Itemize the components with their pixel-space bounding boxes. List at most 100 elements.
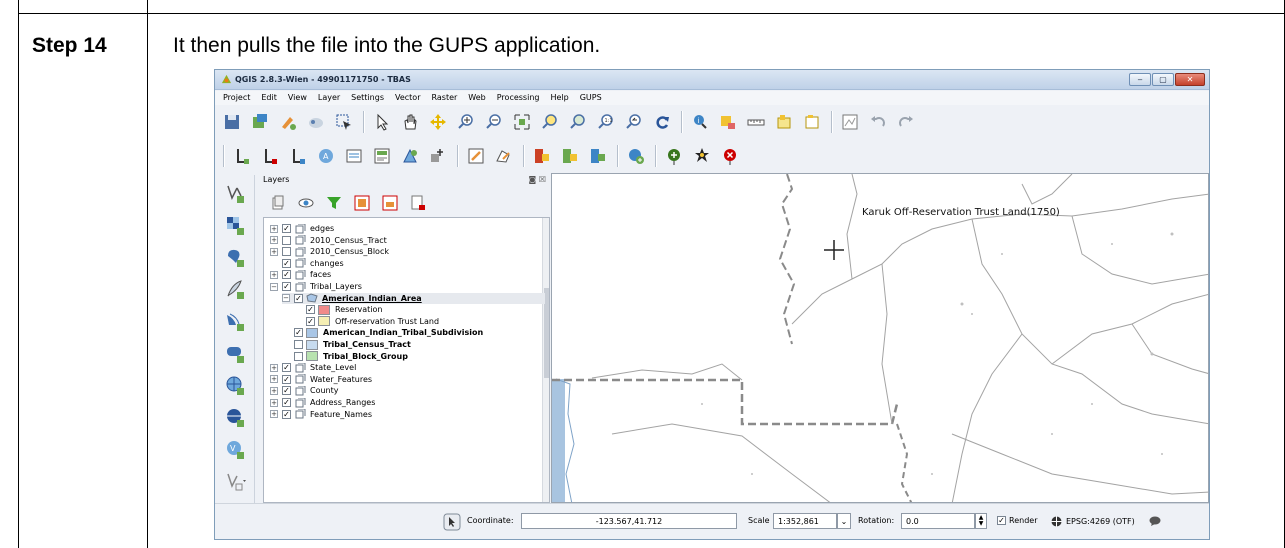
- layer-tree-row[interactable]: ✓ changes: [270, 258, 344, 269]
- menu-web[interactable]: Web: [468, 91, 485, 105]
- expand-all-button[interactable]: [349, 190, 375, 216]
- rotation-value[interactable]: 0.0: [901, 513, 975, 529]
- layer-tree-row[interactable]: + ✓ faces: [270, 269, 331, 280]
- layer-visibility-checkbox[interactable]: ✓: [306, 316, 315, 326]
- layer-visibility-checkbox[interactable]: ✓: [282, 386, 291, 396]
- zoom-out-button[interactable]: [481, 109, 507, 135]
- label-tool-blue-button[interactable]: [285, 143, 311, 169]
- menu-help[interactable]: Help: [550, 91, 568, 105]
- layer-tree-row[interactable]: +2010_Census_Tract: [270, 235, 387, 246]
- zoom-last-button[interactable]: [621, 109, 647, 135]
- add-wms-layer-button[interactable]: [221, 371, 249, 399]
- messages-button[interactable]: [1149, 516, 1161, 526]
- coordinate-field[interactable]: -123.567,41.712: [521, 513, 737, 529]
- layer-tree-row[interactable]: + ✓ Water_Features: [270, 374, 372, 385]
- zoom-to-selection-button[interactable]: [537, 109, 563, 135]
- layer-visibility-checkbox[interactable]: ✓: [294, 328, 303, 338]
- label-tool-green-button[interactable]: [229, 143, 255, 169]
- add-wcs-layer-button[interactable]: [221, 403, 249, 431]
- add-raster-layer-button[interactable]: [221, 211, 249, 239]
- layer-visibility-checkbox[interactable]: ✓: [282, 409, 291, 419]
- collapse-all-button[interactable]: [377, 190, 403, 216]
- close-button[interactable]: ✕: [1175, 73, 1205, 86]
- layer-tree-row[interactable]: Tribal_Block_Group: [282, 351, 408, 362]
- rotation-stepper[interactable]: ▲ ▼: [975, 513, 987, 529]
- layer-tree-row[interactable]: + ✓ County: [270, 385, 339, 396]
- pan-button[interactable]: [397, 109, 423, 135]
- toggle-editing-button[interactable]: [463, 143, 489, 169]
- add-mssql-layer-button[interactable]: [221, 307, 249, 335]
- layer-visibility-checkbox[interactable]: ✓: [282, 363, 291, 373]
- add-wfs-layer-button[interactable]: V: [221, 435, 249, 463]
- tree-expander-icon[interactable]: +: [270, 386, 278, 395]
- gups-tool-3-button[interactable]: [585, 143, 611, 169]
- add-wms-button[interactable]: [623, 143, 649, 169]
- move-annotation-button[interactable]: [425, 143, 451, 169]
- menu-view[interactable]: View: [288, 91, 307, 105]
- menu-settings[interactable]: Settings: [351, 91, 384, 105]
- layer-tree-row[interactable]: + ✓ edges: [270, 223, 334, 234]
- tree-expander-icon[interactable]: −: [282, 294, 290, 303]
- map-canvas[interactable]: Karuk Off-Reservation Trust Land(1750): [551, 173, 1209, 503]
- tree-expander-icon[interactable]: +: [270, 270, 278, 279]
- zoom-in-button[interactable]: [453, 109, 479, 135]
- add-oracle-layer-button[interactable]: [221, 339, 249, 367]
- menu-raster[interactable]: Raster: [431, 91, 457, 105]
- form-annotation-button[interactable]: [341, 143, 367, 169]
- menu-vector[interactable]: Vector: [395, 91, 421, 105]
- menu-edit[interactable]: Edit: [261, 91, 277, 105]
- menu-project[interactable]: Project: [223, 91, 250, 105]
- move-point-button[interactable]: [689, 143, 715, 169]
- select-feature-button[interactable]: [331, 109, 357, 135]
- menu-processing[interactable]: Processing: [497, 91, 540, 105]
- layer-visibility-checkbox[interactable]: [294, 351, 303, 361]
- layer-visibility-checkbox[interactable]: ✓: [282, 270, 291, 280]
- layer-visibility-checkbox[interactable]: ✓: [282, 374, 291, 384]
- rotation-spinbox[interactable]: 0.0 ▲ ▼: [901, 513, 987, 529]
- layer-visibility-checkbox[interactable]: ✓: [282, 282, 291, 291]
- pan-to-selection-button[interactable]: [425, 109, 451, 135]
- coordinate-toggle-button[interactable]: [443, 513, 461, 531]
- layer-visibility-checkbox[interactable]: ✓: [294, 293, 303, 303]
- zoom-to-layer-button[interactable]: [565, 109, 591, 135]
- layer-tree-row[interactable]: +2010_Census_Block: [270, 246, 389, 257]
- scale-dropdown-button[interactable]: ⌄: [837, 513, 851, 529]
- layer-visibility-checkbox[interactable]: [282, 247, 291, 257]
- render-checkbox[interactable]: ✓ Render: [997, 516, 1037, 525]
- measure-button[interactable]: [743, 109, 769, 135]
- annotation-button[interactable]: A: [313, 143, 339, 169]
- layer-visibility-checkbox[interactable]: [282, 235, 291, 245]
- layer-tree-row[interactable]: + ✓ State_Level: [270, 362, 356, 373]
- zoom-native-button[interactable]: 1:1: [593, 109, 619, 135]
- tree-expander-icon[interactable]: +: [270, 410, 278, 419]
- layer-visibility-checkbox[interactable]: ✓: [306, 305, 315, 315]
- remove-layer-panel-button[interactable]: [405, 190, 431, 216]
- add-spatialite-layer-button[interactable]: [221, 275, 249, 303]
- layer-tree-row[interactable]: + ✓ Feature_Names: [270, 409, 372, 420]
- pointer-button[interactable]: [369, 109, 395, 135]
- paint-style-button[interactable]: [275, 109, 301, 135]
- layer-tree-row[interactable]: − ✓ American_Indian_Area: [282, 292, 545, 304]
- label-tool-red-button[interactable]: [257, 143, 283, 169]
- undo-button[interactable]: [865, 109, 891, 135]
- edit-node-button[interactable]: [491, 143, 517, 169]
- layer-tree-scrollbar[interactable]: [542, 218, 549, 502]
- minimize-button[interactable]: ‒: [1129, 73, 1151, 86]
- tree-expander-icon[interactable]: +: [270, 224, 278, 233]
- refresh-button[interactable]: [649, 109, 675, 135]
- layer-visibility-checkbox[interactable]: ✓: [282, 398, 291, 407]
- tree-expander-icon[interactable]: +: [270, 398, 278, 407]
- remove-layer-button[interactable]: [303, 109, 329, 135]
- add-vector-layer-button[interactable]: [221, 179, 249, 207]
- layer-visibility-checkbox[interactable]: [294, 340, 303, 349]
- layer-visibility-checkbox[interactable]: ✓: [282, 258, 291, 268]
- new-layer-button[interactable]: [247, 109, 273, 135]
- layer-tree-row[interactable]: Tribal_Census_Tract: [282, 339, 411, 350]
- layer-tree-row[interactable]: ✓ Reservation: [294, 304, 382, 315]
- save-project-button[interactable]: [219, 109, 245, 135]
- redo-button[interactable]: [893, 109, 919, 135]
- identify-button[interactable]: i: [687, 109, 713, 135]
- composer-button[interactable]: [837, 109, 863, 135]
- show-bookmarks-button[interactable]: [799, 109, 825, 135]
- tree-expander-icon[interactable]: +: [270, 247, 278, 256]
